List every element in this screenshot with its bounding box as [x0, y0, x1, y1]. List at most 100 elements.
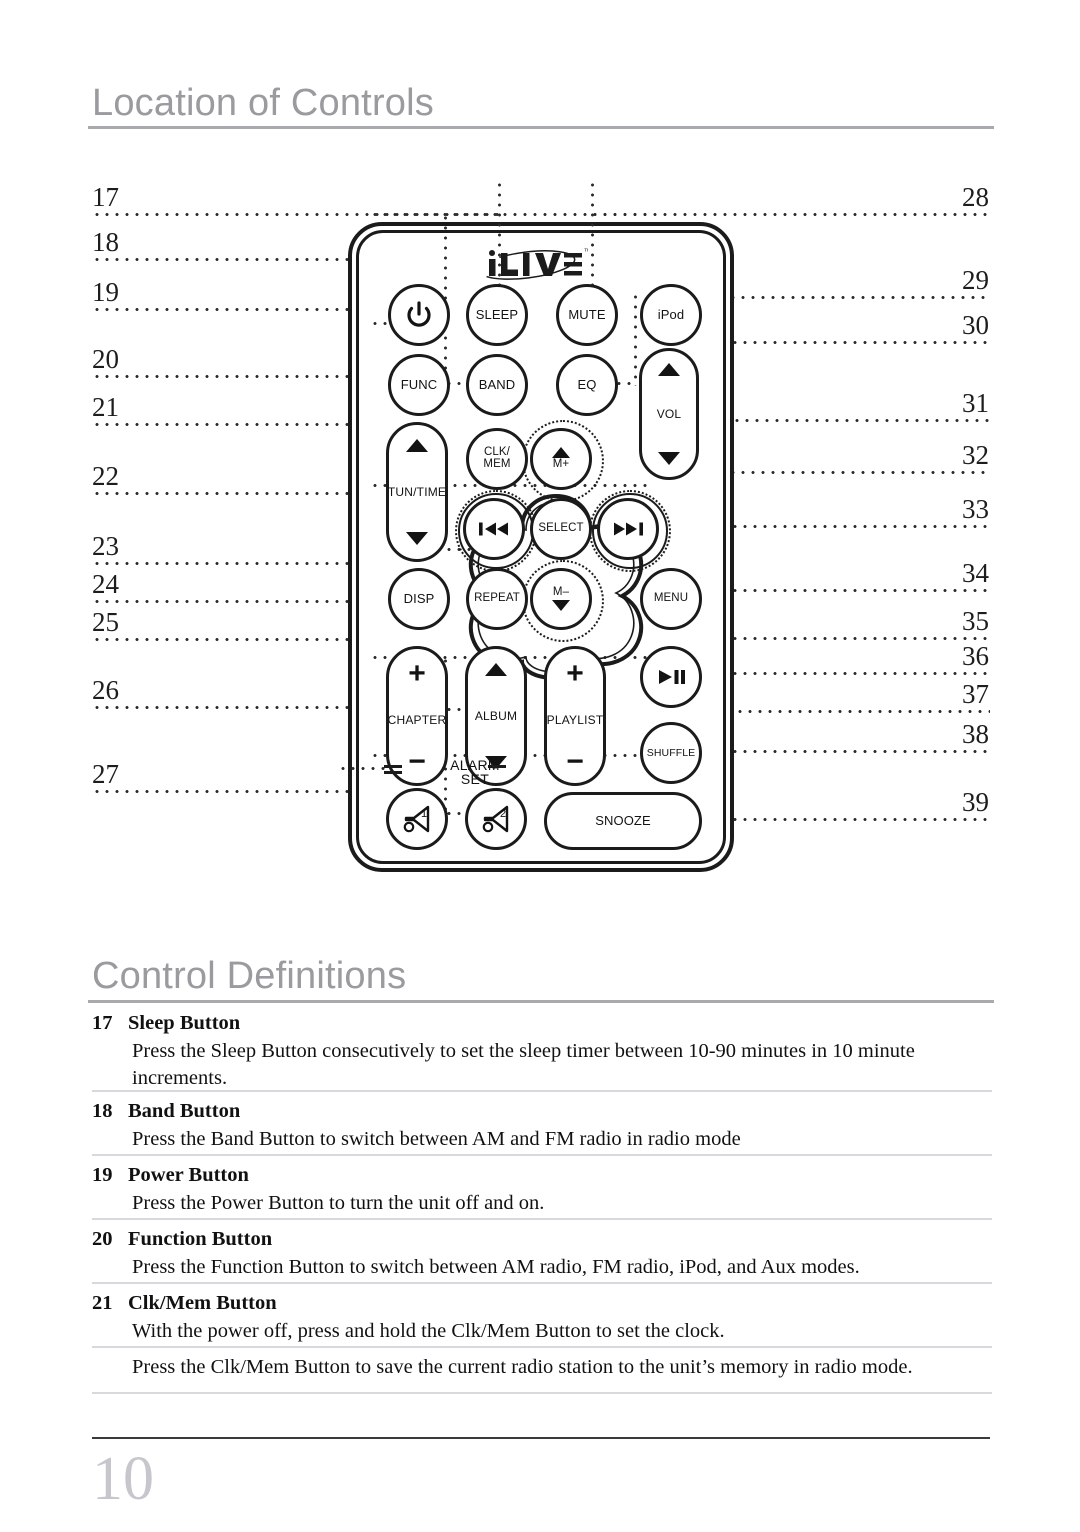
definition-title-21: 21 Clk/Mem Button — [92, 1292, 992, 1315]
alarm-dash-right — [488, 765, 506, 768]
manual-page: Location of Controls 17 18 19 20 21 22 2… — [0, 0, 1080, 1532]
next-track-icon — [614, 522, 643, 536]
album-up-icon[interactable] — [485, 663, 507, 676]
m-plus-up-icon — [552, 447, 570, 459]
definition-name-19: Power Button — [128, 1164, 249, 1186]
alarm-label: ALARM — [450, 757, 500, 773]
definition-rule-20 — [92, 1282, 992, 1284]
callout-38: 38 — [962, 719, 989, 749]
definition-item-17: 17 Sleep Button Press the Sleep Button co… — [92, 1012, 992, 1091]
eq-button[interactable]: EQ — [556, 354, 618, 416]
repeat-button[interactable]: REPEAT — [466, 568, 528, 630]
eq-button-label: EQ — [577, 377, 597, 393]
repeat-button-label: REPEAT — [474, 592, 520, 605]
next-track-button[interactable] — [597, 498, 659, 560]
alarm-dash-left2 — [384, 771, 402, 774]
leader-26 — [92, 706, 392, 709]
callout-20: 20 — [92, 344, 119, 374]
callout-31: 31 — [962, 388, 989, 418]
playlist-plus-icon[interactable]: + — [566, 659, 584, 689]
definition-body-21b: Press the Clk/Mem Button to save the cur… — [132, 1356, 913, 1378]
sleep-button[interactable]: SLEEP — [466, 284, 528, 346]
definition-name-18: Band Button — [128, 1100, 241, 1122]
callout-23: 23 — [92, 531, 119, 561]
definition-number-18: 18 — [92, 1100, 113, 1122]
callout-22: 22 — [92, 461, 119, 491]
ipod-button[interactable]: iPod — [640, 284, 702, 346]
callout-34: 34 — [962, 558, 989, 588]
remote-control-diagram: ™ SLEEP MUTE iPod FUNC BAND — [338, 180, 734, 872]
definition-title-18: 18 Band Button — [92, 1100, 992, 1123]
play-pause-button[interactable] — [640, 646, 702, 708]
shuffle-button[interactable]: SHUFFLE — [640, 722, 702, 784]
menu-button-label: MENU — [653, 592, 689, 605]
tune-up-icon[interactable] — [406, 439, 428, 452]
alarm-2-button[interactable]: 2 — [465, 788, 527, 850]
leader-34 — [700, 589, 990, 592]
definition-body-20: Press the Function Button to switch betw… — [132, 1256, 860, 1278]
play-pause-icon — [659, 670, 685, 684]
func-button-label: FUNC — [400, 377, 438, 393]
chapter-plus-icon[interactable]: + — [408, 659, 426, 689]
leader-33 — [700, 525, 990, 528]
band-button[interactable]: BAND — [466, 354, 528, 416]
shuffle-button-label: SHUFFLE — [646, 746, 696, 759]
definition-rule-19 — [92, 1218, 992, 1220]
ilive-logo: ™ — [478, 247, 589, 280]
definition-title-19: 19 Power Button — [92, 1164, 992, 1187]
definitions-heading-rule — [88, 1000, 994, 1003]
definition-title-17: 17 Sleep Button — [92, 1012, 992, 1035]
callout-21: 21 — [92, 392, 119, 422]
previous-track-button[interactable] — [463, 498, 525, 560]
func-button[interactable]: FUNC — [388, 354, 450, 416]
svg-text:™: ™ — [584, 247, 589, 256]
album-label: ALBUM — [474, 708, 518, 723]
alarm-set-label-group: ALARM SET — [400, 758, 550, 786]
menu-button[interactable]: MENU — [640, 568, 702, 630]
m-minus-button[interactable]: M– — [530, 568, 592, 630]
definition-item-21b: Press the Clk/Mem Button to save the cur… — [92, 1354, 992, 1381]
tune-down-icon[interactable] — [406, 531, 428, 545]
definition-title-20: 20 Function Button — [92, 1228, 992, 1251]
callout-37: 37 — [962, 679, 989, 709]
sleep-button-label: SLEEP — [475, 307, 519, 323]
definition-name-20: Function Button — [128, 1228, 273, 1250]
internal-leader-alarm — [338, 767, 390, 770]
display-button[interactable]: DISP — [388, 568, 450, 630]
definition-number-21: 21 — [92, 1292, 113, 1314]
alarm-bell-1-icon: 1 — [403, 805, 430, 833]
volume-rocker[interactable]: VOL — [639, 348, 699, 480]
power-button[interactable] — [388, 284, 450, 346]
playlist-label: PLAYLIST — [546, 712, 604, 727]
clock-memory-button[interactable]: CLK/ MEM — [466, 428, 528, 490]
mute-button[interactable]: MUTE — [556, 284, 618, 346]
mute-button-label: MUTE — [568, 307, 606, 323]
svg-text:1: 1 — [421, 808, 427, 820]
alarm-1-button[interactable]: 1 — [386, 788, 448, 850]
tun-time-label: TUN/TIME — [387, 484, 447, 499]
volume-label: VOL — [656, 406, 682, 421]
definition-number-17: 17 — [92, 1012, 113, 1034]
definition-item-19: 19 Power Button Press the Power Button to… — [92, 1164, 992, 1217]
snooze-button[interactable]: SNOOZE — [544, 792, 702, 850]
playlist-minus-icon[interactable]: − — [566, 748, 584, 777]
volume-up-icon[interactable] — [658, 363, 680, 376]
set-label: SET — [460, 771, 490, 787]
definition-name-21: Clk/Mem Button — [128, 1292, 277, 1314]
playlist-rocker[interactable]: + PLAYLIST − — [544, 646, 606, 786]
footer-rule — [92, 1437, 990, 1439]
m-plus-button[interactable]: M+ — [530, 428, 592, 490]
clk-mem-label-line2: MEM — [483, 458, 511, 470]
tuning-time-rocker[interactable]: TUN/TIME — [386, 422, 448, 562]
callout-30: 30 — [962, 310, 989, 340]
definition-rule-21b — [92, 1392, 992, 1394]
volume-down-icon[interactable] — [658, 451, 680, 465]
leader-39 — [690, 818, 990, 821]
power-icon — [407, 301, 431, 327]
select-button[interactable]: SELECT — [530, 498, 592, 560]
alarm-dash-left — [384, 765, 402, 768]
definition-item-21: 21 Clk/Mem Button With the power off, pre… — [92, 1292, 992, 1345]
leader-36 — [700, 672, 990, 675]
callout-28: 28 — [962, 182, 989, 212]
previous-track-icon — [479, 522, 508, 536]
